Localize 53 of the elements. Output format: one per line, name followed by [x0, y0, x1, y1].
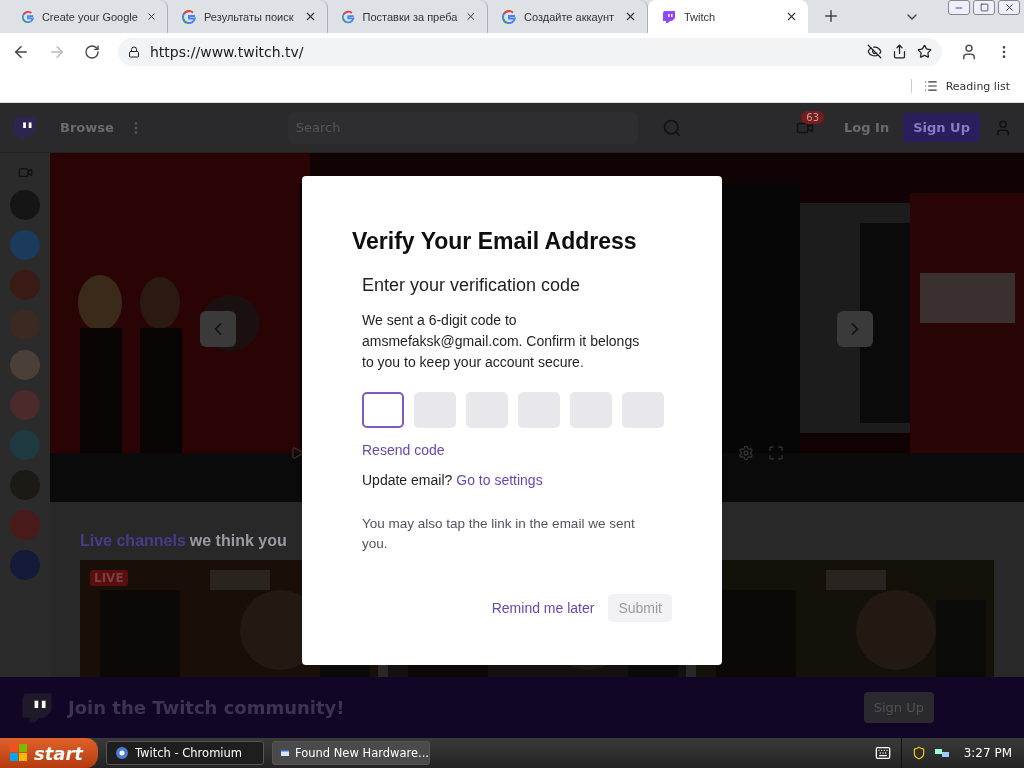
address-bar[interactable]: https://www.twitch.tv/	[118, 37, 942, 66]
start-button[interactable]: start	[0, 738, 98, 768]
keyboard-icon[interactable]	[874, 745, 891, 761]
previous-button[interactable]	[200, 311, 236, 347]
close-icon[interactable]	[304, 10, 317, 23]
bookmark-star-icon[interactable]	[917, 44, 932, 59]
window-icon	[281, 747, 289, 759]
restore-icon	[979, 3, 989, 12]
close-icon	[1003, 2, 1015, 13]
close-icon[interactable]	[145, 10, 157, 23]
dialog-title: Verify Your Email Address	[352, 228, 638, 255]
dialog-note: You may also tap the link in the email we sent you.	[362, 515, 636, 553]
reload-icon[interactable]	[84, 43, 100, 60]
section-title: we think you	[189, 532, 287, 550]
close-button[interactable]	[998, 0, 1020, 15]
lock-icon	[128, 45, 140, 58]
taskbar-item[interactable]: Found New Hardware...	[272, 741, 430, 765]
sign-up-button[interactable]: Sign Up	[903, 113, 980, 142]
share-icon[interactable]	[892, 44, 907, 59]
list-icon	[923, 79, 938, 93]
windows-logo-icon	[10, 744, 28, 762]
clock: 3:27 PM	[963, 746, 1012, 760]
network-icon[interactable]	[933, 747, 950, 759]
shield-icon[interactable]	[911, 746, 926, 760]
close-icon[interactable]	[624, 10, 637, 23]
twitch-logo-icon	[12, 114, 38, 141]
settings-link[interactable]: Go to settings	[456, 472, 543, 488]
notification-count: 63	[801, 110, 825, 124]
browser-icon	[115, 746, 129, 760]
eye-off-icon[interactable]	[867, 44, 882, 59]
dialog-subtitle: Enter your verification code	[362, 275, 582, 296]
google-logo-icon	[342, 9, 355, 24]
google-logo-icon	[22, 9, 34, 24]
twitch-logo-icon	[662, 9, 676, 24]
close-icon[interactable]	[785, 10, 798, 23]
dialog-message: We sent a 6-digit code to amsmefaksk@gmail.com. Confirm it belongs to you to keep your account secure.	[362, 311, 641, 372]
code-digit-field[interactable]	[362, 392, 404, 428]
new-tab-icon[interactable]	[822, 7, 840, 25]
reading-list-button[interactable]: Reading list	[910, 79, 1010, 93]
resend-code-link[interactable]: Resend code	[362, 442, 445, 458]
google-logo-icon	[182, 9, 196, 24]
play-icon[interactable]	[290, 446, 304, 460]
taskbar-item[interactable]: Twitch - Chromium	[106, 741, 264, 765]
next-button[interactable]	[837, 311, 873, 347]
profile-icon[interactable]	[960, 42, 978, 61]
browser-tab[interactable]: Twitch	[648, 0, 808, 33]
settings-icon[interactable]	[738, 445, 754, 461]
twitch-glitch-icon	[20, 690, 54, 725]
video-icon	[17, 165, 33, 180]
update-email-label: Update email?	[362, 472, 453, 488]
minimize-button[interactable]	[948, 0, 970, 15]
google-logo-icon	[502, 9, 516, 24]
remind-later-link[interactable]: Remind me later	[491, 600, 595, 616]
